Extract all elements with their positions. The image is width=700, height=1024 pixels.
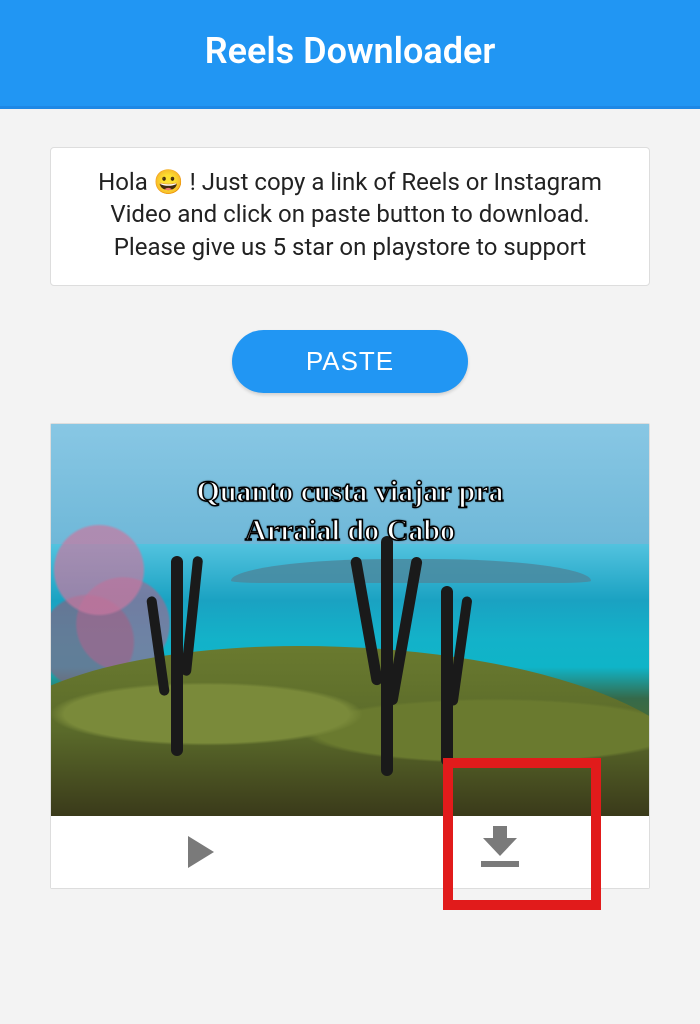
video-actions — [51, 816, 649, 888]
play-button[interactable] — [51, 816, 350, 888]
paste-button[interactable]: PASTE — [232, 330, 468, 393]
video-card: Quanto custa viajar pra Arraial do Cabo — [50, 423, 650, 889]
app-title: Reels Downloader — [205, 30, 496, 72]
main-content: Hola 😀 ! Just copy a link of Reels or In… — [0, 109, 700, 889]
info-card: Hola 😀 ! Just copy a link of Reels or In… — [50, 147, 650, 286]
info-message: Hola 😀 ! Just copy a link of Reels or In… — [98, 168, 602, 261]
play-icon — [188, 836, 214, 868]
download-icon — [481, 838, 519, 867]
download-button[interactable] — [350, 816, 649, 888]
paste-button-label: PASTE — [306, 346, 394, 376]
video-caption: Quanto custa viajar pra Arraial do Cabo — [51, 472, 649, 550]
video-thumbnail[interactable]: Quanto custa viajar pra Arraial do Cabo — [51, 424, 649, 816]
app-header: Reels Downloader — [0, 0, 700, 109]
